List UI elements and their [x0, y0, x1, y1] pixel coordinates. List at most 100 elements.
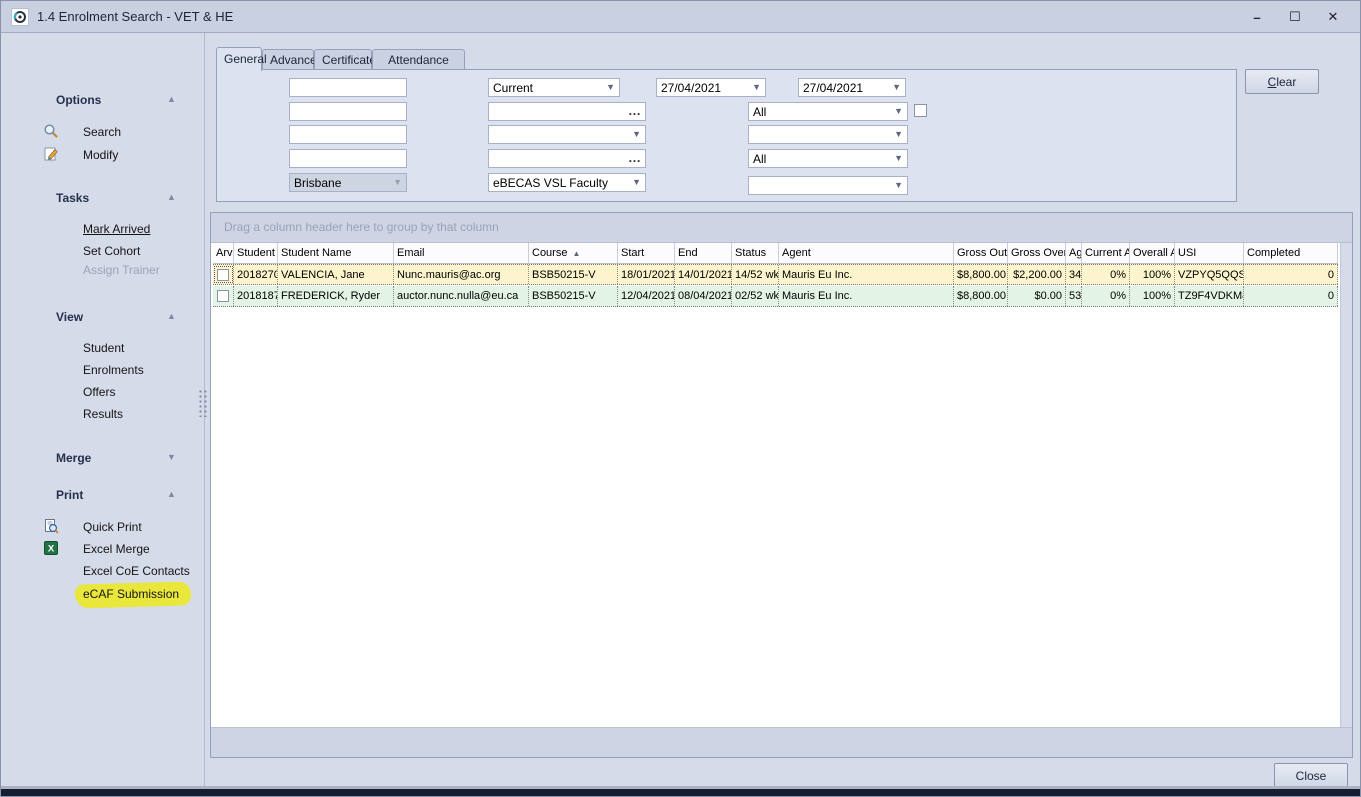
- middle-name-input[interactable]: [289, 125, 407, 144]
- cell-gross-outstanding[interactable]: $8,800.00: [954, 265, 1008, 284]
- cell-student-no[interactable]: 2018270: [234, 265, 278, 284]
- cell-end[interactable]: 08/04/2021: [675, 286, 732, 306]
- section-view[interactable]: View: [56, 310, 83, 324]
- vet-he-enrol-only-checkbox[interactable]: [914, 104, 927, 117]
- cell-course[interactable]: BSB50215-V: [529, 286, 618, 306]
- cell-course[interactable]: BSB50215-V: [529, 265, 618, 284]
- splitter-grip-icon[interactable]: [198, 389, 208, 417]
- subject-code-input[interactable]: …: [488, 102, 646, 121]
- close-window-button[interactable]: ✕: [1314, 1, 1352, 33]
- sidebar-item-excel-merge[interactable]: Excel Merge: [83, 542, 150, 556]
- section-print[interactable]: Print: [56, 488, 83, 502]
- cell-age[interactable]: 34: [1066, 265, 1082, 284]
- horizontal-scrollbar-track[interactable]: [211, 727, 1352, 757]
- arrived-checkbox-cell[interactable]: [213, 265, 234, 284]
- chevron-down-icon[interactable]: ▼: [894, 129, 903, 139]
- cell-start[interactable]: 12/04/2021: [618, 286, 675, 306]
- cell-gross-overdue[interactable]: $0.00: [1008, 286, 1066, 306]
- sidebar-item-modify[interactable]: Modify: [83, 148, 118, 162]
- chevron-down-icon[interactable]: ▼: [892, 82, 901, 92]
- cell-student-name[interactable]: FREDERICK, Ryder: [278, 286, 394, 306]
- col-header-overall-att[interactable]: Overall Att: [1130, 243, 1175, 263]
- cell-agent[interactable]: Mauris Eu Inc.: [779, 286, 954, 306]
- cell-overall-att[interactable]: 100%: [1130, 265, 1175, 284]
- chevron-down-icon[interactable]: ▼: [752, 82, 761, 92]
- col-header-arvd[interactable]: Arvd: [213, 243, 234, 263]
- ellipsis-lookup-icon[interactable]: …: [628, 103, 642, 118]
- last-name-input[interactable]: [289, 149, 407, 168]
- sidebar-item-excel-coe-contacts[interactable]: Excel CoE Contacts: [83, 564, 190, 578]
- faculty-select[interactable]: eBECAS VSL Faculty▼: [488, 173, 646, 192]
- col-header-completed[interactable]: Completed: [1244, 243, 1338, 263]
- class-input[interactable]: …: [488, 149, 646, 168]
- ellipsis-lookup-icon[interactable]: …: [628, 150, 642, 165]
- from-date-select[interactable]: 27/04/2021▼: [656, 78, 766, 97]
- chevron-down-icon[interactable]: ▼: [606, 82, 615, 92]
- vertical-scrollbar-track[interactable]: [1340, 243, 1352, 727]
- tab-attendance-period[interactable]: Attendance Period: [372, 49, 465, 70]
- col-header-course[interactable]: Course▲: [529, 243, 618, 263]
- col-header-agent[interactable]: Agent: [779, 243, 954, 263]
- collapse-up-icon[interactable]: ▲: [167, 94, 176, 104]
- sidebar-item-offers[interactable]: Offers: [83, 385, 115, 399]
- sidebar-item-quick-print[interactable]: Quick Print: [83, 520, 142, 534]
- tab-advanced[interactable]: Advanced: [262, 49, 314, 70]
- col-header-start[interactable]: Start: [618, 243, 675, 263]
- cell-current-att[interactable]: 0%: [1082, 265, 1130, 284]
- cell-status[interactable]: 02/52 wks: [732, 286, 779, 306]
- sidebar-item-ecaf-submission[interactable]: eCAF Submission: [83, 587, 179, 601]
- result-status-select[interactable]: ▼: [488, 125, 646, 144]
- sidebar-item-enrolments[interactable]: Enrolments: [83, 363, 144, 377]
- cell-completed[interactable]: 0: [1244, 286, 1338, 306]
- col-header-current-att[interactable]: Current Att: [1082, 243, 1130, 263]
- cell-gross-overdue[interactable]: $2,200.00: [1008, 265, 1066, 284]
- section-merge[interactable]: Merge: [56, 451, 91, 465]
- arrived-checkbox-cell[interactable]: [213, 286, 234, 306]
- cell-overall-att[interactable]: 100%: [1130, 286, 1175, 306]
- cell-usi[interactable]: TZ9F4VDKM8: [1175, 286, 1244, 306]
- table-row[interactable]: 2018270 VALENCIA, Jane Nunc.mauris@ac.or…: [213, 264, 1338, 285]
- sidebar-item-mark-arrived[interactable]: Mark Arrived: [83, 222, 150, 236]
- tab-certificate[interactable]: Certificate: [314, 49, 372, 70]
- first-name-input[interactable]: [289, 102, 407, 121]
- cell-start[interactable]: 18/01/2021: [618, 265, 675, 284]
- trainer-select[interactable]: ▼: [748, 125, 908, 144]
- chevron-down-icon[interactable]: ▼: [894, 106, 903, 116]
- table-row[interactable]: 2018187 FREDERICK, Ryder auctor.nunc.nul…: [213, 286, 1338, 307]
- date-option-select[interactable]: Current▼: [488, 78, 620, 97]
- tab-general[interactable]: General: [216, 47, 262, 71]
- chevron-down-icon[interactable]: ▼: [632, 177, 641, 187]
- col-header-status[interactable]: Status: [732, 243, 779, 263]
- cell-gross-outstanding[interactable]: $8,800.00: [954, 286, 1008, 306]
- chevron-down-icon[interactable]: ▼: [894, 153, 903, 163]
- cell-student-name[interactable]: VALENCIA, Jane: [278, 265, 394, 284]
- cell-age[interactable]: 53: [1066, 286, 1082, 306]
- cell-email[interactable]: auctor.nunc.nulla@eu.ca: [394, 286, 529, 306]
- cell-end[interactable]: 14/01/2021: [675, 265, 732, 284]
- col-header-end[interactable]: End: [675, 243, 732, 263]
- col-header-age[interactable]: Age: [1066, 243, 1082, 263]
- collapse-up-icon[interactable]: ▲: [167, 311, 176, 321]
- section-tasks[interactable]: Tasks: [56, 191, 89, 205]
- group-by-bar[interactable]: Drag a column header here to group by th…: [211, 213, 1352, 243]
- sidebar-item-set-cohort[interactable]: Set Cohort: [83, 244, 140, 258]
- chevron-down-icon[interactable]: ▼: [894, 180, 903, 190]
- to-date-select[interactable]: 27/04/2021▼: [798, 78, 906, 97]
- col-header-gross-outstanding[interactable]: Gross Outstanding: [954, 243, 1008, 263]
- cell-usi[interactable]: VZPYQ5QQSX: [1175, 265, 1244, 284]
- new-continuing-select[interactable]: All▼: [748, 102, 908, 121]
- arrived-checkbox[interactable]: [217, 269, 229, 281]
- section-options[interactable]: Options: [56, 93, 101, 107]
- collapse-down-icon[interactable]: ▼: [167, 452, 176, 462]
- col-header-email[interactable]: Email: [394, 243, 529, 263]
- cell-agent[interactable]: Mauris Eu Inc.: [779, 265, 954, 284]
- col-header-student-no[interactable]: Student No: [234, 243, 278, 263]
- col-header-usi[interactable]: USI: [1175, 243, 1244, 263]
- student-no-input[interactable]: [289, 78, 407, 97]
- chevron-down-icon[interactable]: ▼: [632, 129, 641, 139]
- minimize-button[interactable]: –: [1238, 1, 1276, 33]
- cell-current-att[interactable]: 0%: [1082, 286, 1130, 306]
- cell-status[interactable]: 14/52 wks: [732, 265, 779, 284]
- clear-button[interactable]: Clear: [1245, 69, 1319, 94]
- cell-student-no[interactable]: 2018187: [234, 286, 278, 306]
